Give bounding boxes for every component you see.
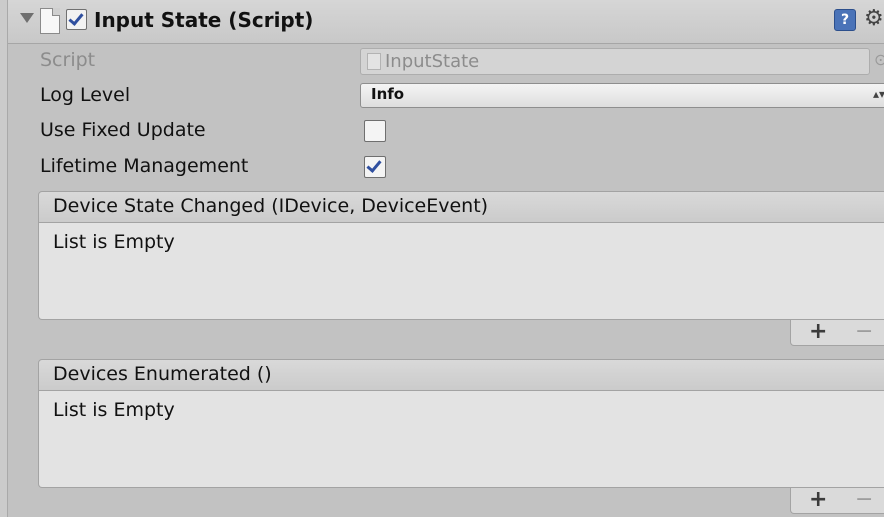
event-list-body: List is Empty xyxy=(38,223,884,320)
checkmark-icon xyxy=(68,10,84,26)
script-doc-small-icon xyxy=(367,53,381,70)
script-object-field: InputState xyxy=(360,48,870,75)
list-empty-text: List is Empty xyxy=(53,231,175,253)
log-level-row: Log Level Info ▴▾ xyxy=(8,80,884,112)
script-row: Script InputState ⊙ xyxy=(8,45,884,77)
lifetime-checkbox[interactable] xyxy=(364,156,386,178)
event-list-body: List is Empty xyxy=(38,391,884,488)
fixed-update-checkbox[interactable] xyxy=(364,120,386,142)
lifetime-row: Lifetime Management xyxy=(8,151,884,183)
lifetime-label: Lifetime Management xyxy=(40,155,249,177)
dropdown-arrows-icon: ▴▾ xyxy=(872,87,884,101)
list-footer: + − xyxy=(790,320,884,346)
add-item-button[interactable]: + xyxy=(809,320,827,344)
script-label: Script xyxy=(40,49,96,71)
script-value: InputState xyxy=(385,51,480,72)
checkmark-icon xyxy=(366,157,382,173)
left-edge-divider xyxy=(0,0,8,517)
remove-item-button[interactable]: − xyxy=(855,488,873,512)
gear-icon[interactable]: ⚙ xyxy=(864,6,884,32)
event-list-title: Devices Enumerated () xyxy=(53,363,272,385)
log-level-dropdown[interactable]: Info ▴▾ xyxy=(360,83,884,108)
component-enabled-checkbox[interactable] xyxy=(66,9,87,30)
fixed-update-label: Use Fixed Update xyxy=(40,119,206,141)
object-picker-icon[interactable]: ⊙ xyxy=(874,50,884,69)
inspector-panel: Input State (Script) ? ⚙ Script InputSta… xyxy=(8,0,884,517)
event-list-header: Device State Changed (IDevice, DeviceEve… xyxy=(38,191,884,223)
fixed-update-row: Use Fixed Update xyxy=(8,115,884,147)
event-list-header: Devices Enumerated () xyxy=(38,359,884,391)
event-list-title: Device State Changed (IDevice, DeviceEve… xyxy=(53,195,489,217)
log-level-value: Info xyxy=(371,85,405,103)
add-item-button[interactable]: + xyxy=(809,488,827,512)
component-header[interactable]: Input State (Script) ? ⚙ xyxy=(8,0,884,44)
script-doc-icon xyxy=(40,8,60,34)
list-empty-text: List is Empty xyxy=(53,399,175,421)
component-title: Input State (Script) xyxy=(94,8,314,32)
remove-item-button[interactable]: − xyxy=(855,320,873,344)
list-footer: + − xyxy=(790,488,884,514)
log-level-label: Log Level xyxy=(40,84,131,106)
help-book-icon[interactable]: ? xyxy=(834,9,856,31)
foldout-triangle-icon[interactable] xyxy=(20,13,34,23)
